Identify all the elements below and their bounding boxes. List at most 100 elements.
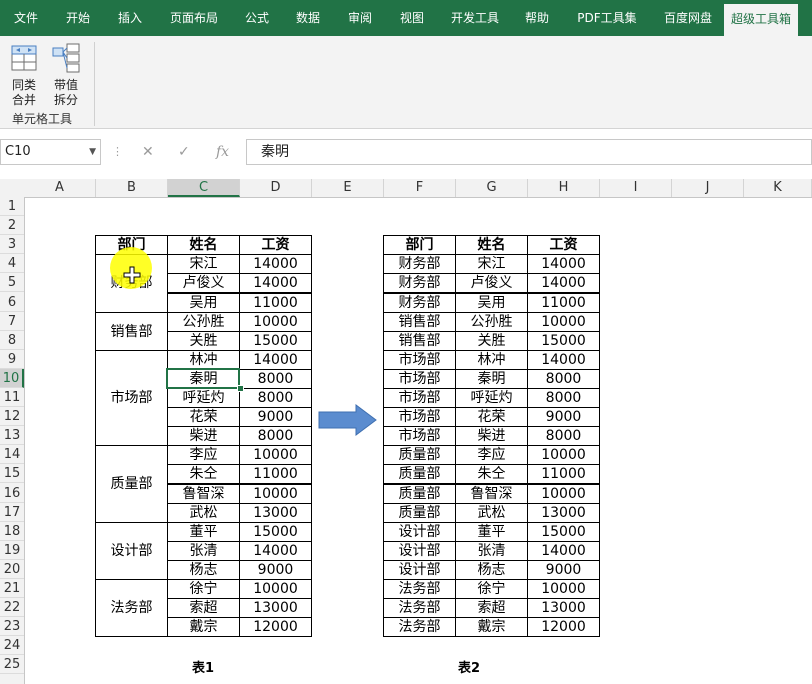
cancel-icon[interactable]: ✕ bbox=[142, 139, 154, 165]
tab-4[interactable]: 公式 bbox=[232, 0, 282, 36]
tab-5[interactable]: 数据 bbox=[282, 0, 334, 36]
tab-6[interactable]: 审阅 bbox=[334, 0, 386, 36]
table2-name-cell[interactable]: 索超 bbox=[455, 598, 528, 619]
table2-salary-cell[interactable]: 10000 bbox=[527, 445, 600, 466]
table2-name-cell[interactable]: 公孙胜 bbox=[455, 311, 528, 332]
table2-dept-cell[interactable]: 设计部 bbox=[383, 540, 456, 561]
table2-salary-cell[interactable]: 10000 bbox=[527, 579, 600, 600]
table1-salary-cell[interactable]: 15000 bbox=[239, 330, 312, 351]
merge-same-button[interactable]: 同类 合并 bbox=[6, 40, 42, 108]
table2-name-cell[interactable]: 戴宗 bbox=[455, 617, 528, 638]
table1-salary-cell[interactable]: 9000 bbox=[239, 559, 312, 580]
table2-salary-cell[interactable]: 12000 bbox=[527, 617, 600, 638]
table1-name-cell[interactable]: 秦明 bbox=[167, 368, 240, 389]
row-header-18[interactable]: 18 bbox=[0, 522, 24, 541]
table1-salary-cell[interactable]: 14000 bbox=[239, 254, 312, 275]
table1-name-cell[interactable]: 杨志 bbox=[167, 559, 240, 580]
table1-salary-cell[interactable]: 10000 bbox=[239, 445, 312, 466]
confirm-icon[interactable]: ✓ bbox=[178, 139, 190, 165]
table2-dept-cell[interactable]: 质量部 bbox=[383, 483, 456, 504]
table2-salary-cell[interactable]: 10000 bbox=[527, 483, 600, 504]
table2-salary-cell[interactable]: 10000 bbox=[527, 311, 600, 332]
table2-dept-cell[interactable]: 市场部 bbox=[383, 368, 456, 389]
table1-name-cell[interactable]: 武松 bbox=[167, 502, 240, 523]
row-header-21[interactable]: 21 bbox=[0, 579, 24, 598]
table1-salary-cell[interactable]: 11000 bbox=[239, 292, 312, 313]
table1-salary-cell[interactable]: 13000 bbox=[239, 502, 312, 523]
table2-header-2[interactable]: 工资 bbox=[527, 235, 600, 256]
row-header-19[interactable]: 19 bbox=[0, 541, 24, 560]
table1-salary-cell[interactable]: 8000 bbox=[239, 368, 312, 389]
tab-9[interactable]: 帮助 bbox=[512, 0, 562, 36]
fill-handle[interactable] bbox=[237, 385, 244, 392]
table2-name-cell[interactable]: 武松 bbox=[455, 502, 528, 523]
table2-salary-cell[interactable]: 9000 bbox=[527, 407, 600, 428]
row-header-20[interactable]: 20 bbox=[0, 560, 24, 579]
table2-salary-cell[interactable]: 14000 bbox=[527, 273, 600, 294]
row-header-9[interactable]: 9 bbox=[0, 350, 24, 369]
table1-name-cell[interactable]: 吴用 bbox=[167, 292, 240, 313]
column-header-J[interactable]: J bbox=[672, 179, 744, 197]
table2-name-cell[interactable]: 鲁智深 bbox=[455, 483, 528, 504]
table2-header-0[interactable]: 部门 bbox=[383, 235, 456, 256]
row-header-8[interactable]: 8 bbox=[0, 331, 24, 350]
row-header-11[interactable]: 11 bbox=[0, 388, 24, 407]
column-header-G[interactable]: G bbox=[456, 179, 528, 197]
table1-salary-cell[interactable]: 10000 bbox=[239, 483, 312, 504]
row-header-7[interactable]: 7 bbox=[0, 312, 24, 331]
row-header-1[interactable]: 1 bbox=[0, 197, 24, 216]
table1-salary-cell[interactable]: 8000 bbox=[239, 426, 312, 447]
column-header-A[interactable]: A bbox=[24, 179, 96, 197]
tab-10[interactable]: PDF工具集 bbox=[562, 0, 652, 36]
table1-header-1[interactable]: 姓名 bbox=[167, 235, 240, 256]
row-header-22[interactable]: 22 bbox=[0, 598, 24, 618]
column-header-F[interactable]: F bbox=[384, 179, 456, 197]
row-header-17[interactable]: 17 bbox=[0, 503, 24, 522]
row-header-5[interactable]: 5 bbox=[0, 273, 24, 293]
row-header-13[interactable]: 13 bbox=[0, 426, 24, 446]
insert-function-icon[interactable]: fx bbox=[216, 139, 229, 165]
row-header-6[interactable]: 6 bbox=[0, 293, 24, 312]
table2-salary-cell[interactable]: 14000 bbox=[527, 254, 600, 275]
table2-name-cell[interactable]: 秦明 bbox=[455, 368, 528, 389]
table1-name-cell[interactable]: 李应 bbox=[167, 445, 240, 466]
tab-12[interactable]: 超级工具箱 bbox=[724, 4, 798, 36]
table1-salary-cell[interactable]: 10000 bbox=[239, 579, 312, 600]
table2-dept-cell[interactable]: 质量部 bbox=[383, 445, 456, 466]
table1-name-cell[interactable]: 徐宁 bbox=[167, 579, 240, 600]
table1-dept-merged[interactable]: 质量部 bbox=[95, 445, 168, 523]
table2-salary-cell[interactable]: 15000 bbox=[527, 330, 600, 351]
table2-name-cell[interactable]: 吴用 bbox=[455, 292, 528, 313]
table1-name-cell[interactable]: 花荣 bbox=[167, 407, 240, 428]
table2-name-cell[interactable]: 花荣 bbox=[455, 407, 528, 428]
row-header-4[interactable]: 4 bbox=[0, 254, 24, 274]
table1-dept-merged[interactable]: 销售部 bbox=[95, 311, 168, 351]
column-header-I[interactable]: I bbox=[600, 179, 672, 197]
table2-dept-cell[interactable]: 销售部 bbox=[383, 311, 456, 332]
table2-dept-cell[interactable]: 市场部 bbox=[383, 388, 456, 409]
table2-salary-cell[interactable]: 14000 bbox=[527, 540, 600, 561]
row-header-10[interactable]: 10 bbox=[0, 368, 24, 388]
chevron-down-icon[interactable]: ▼ bbox=[89, 140, 96, 164]
table1-dept-merged[interactable]: 设计部 bbox=[95, 521, 168, 580]
table2-dept-cell[interactable]: 市场部 bbox=[383, 407, 456, 428]
table2-name-cell[interactable]: 张清 bbox=[455, 540, 528, 561]
table1-name-cell[interactable]: 索超 bbox=[167, 598, 240, 619]
table2-name-cell[interactable]: 徐宁 bbox=[455, 579, 528, 600]
table2-dept-cell[interactable]: 财务部 bbox=[383, 254, 456, 275]
table1-salary-cell[interactable]: 14000 bbox=[239, 540, 312, 561]
table2-salary-cell[interactable]: 8000 bbox=[527, 368, 600, 389]
more-options-icon[interactable]: ⋮ bbox=[112, 139, 123, 165]
split-with-value-button[interactable]: 带值 拆分 bbox=[48, 40, 84, 108]
table2-dept-cell[interactable]: 法务部 bbox=[383, 598, 456, 619]
row-header-23[interactable]: 23 bbox=[0, 617, 24, 637]
table2-salary-cell[interactable]: 14000 bbox=[527, 349, 600, 370]
table2-name-cell[interactable]: 宋江 bbox=[455, 254, 528, 275]
tab-8[interactable]: 开发工具 bbox=[438, 0, 512, 36]
row-header-16[interactable]: 16 bbox=[0, 484, 24, 503]
table1-header-2[interactable]: 工资 bbox=[239, 235, 312, 256]
table1-name-cell[interactable]: 宋江 bbox=[167, 254, 240, 275]
row-header-14[interactable]: 14 bbox=[0, 445, 24, 465]
row-header-2[interactable]: 2 bbox=[0, 216, 24, 236]
table1-salary-cell[interactable]: 9000 bbox=[239, 407, 312, 428]
